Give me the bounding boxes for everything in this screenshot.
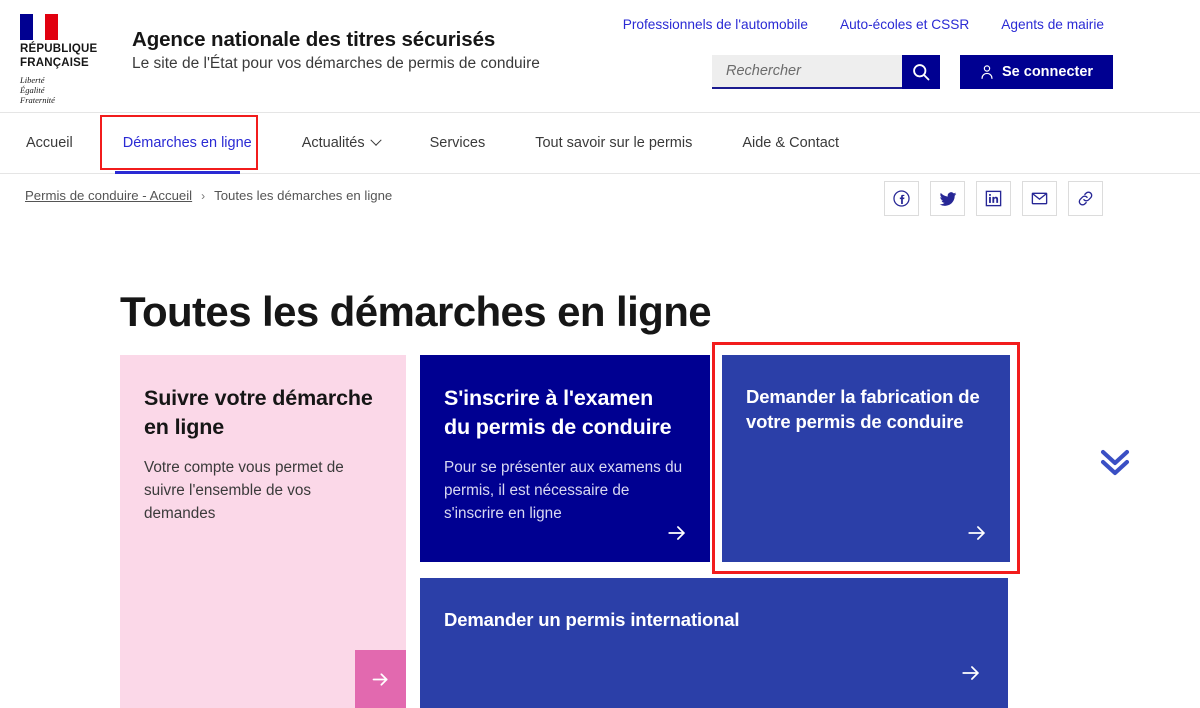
link-icon xyxy=(1078,191,1093,206)
card-permis-international[interactable]: Demander un permis international xyxy=(420,578,1008,708)
card-demander-fabrication[interactable]: Demander la fabrication de votre permis … xyxy=(722,355,1010,562)
logo-motto: Liberté Égalité Fraternité xyxy=(20,75,120,105)
facebook-icon xyxy=(893,190,910,207)
site-title: Agence nationale des titres sécurisés xyxy=(132,28,496,51)
motto-egalite: Égalité xyxy=(20,85,45,95)
card-arrow-link[interactable] xyxy=(966,522,988,544)
breadcrumb-current: Toutes les démarches en ligne xyxy=(214,188,393,203)
share-facebook-button[interactable] xyxy=(884,181,919,216)
search-button[interactable] xyxy=(902,55,940,89)
french-flag-icon xyxy=(20,14,58,40)
user-icon xyxy=(981,65,993,79)
card-title: Demander la fabrication de votre permis … xyxy=(746,386,980,432)
search-icon xyxy=(913,64,930,81)
nav-item-demarches-en-ligne[interactable]: Démarches en ligne xyxy=(123,135,302,151)
scroll-down-indicator[interactable] xyxy=(1097,445,1133,479)
logo-republique-line1: RÉPUBLIQUE xyxy=(20,43,98,55)
motto-fraternite: Fraternité xyxy=(20,95,55,105)
top-utility-links: Professionnels de l'automobile Auto-écol… xyxy=(623,17,1104,32)
mail-icon xyxy=(1031,192,1048,205)
nav-item-tout-savoir[interactable]: Tout savoir sur le permis xyxy=(535,135,742,151)
top-link-agents-mairie[interactable]: Agents de mairie xyxy=(1001,17,1104,32)
card-sinscrire-examen[interactable]: S'inscrire à l'examen du permis de condu… xyxy=(420,355,710,562)
chevron-down-icon xyxy=(369,134,382,146)
page-root: RÉPUBLIQUE FRANÇAISE Liberté Égalité Fra… xyxy=(0,0,1200,708)
nav-item-aide-contact[interactable]: Aide & Contact xyxy=(742,135,889,151)
twitter-icon xyxy=(939,191,956,206)
arrow-right-icon xyxy=(668,526,685,540)
breadcrumb-home-link[interactable]: Permis de conduire - Accueil xyxy=(25,188,192,203)
card-title: Suivre votre démarche en ligne xyxy=(144,386,373,439)
card-title: Demander un permis international xyxy=(444,609,740,630)
logo-republique-line2: FRANÇAISE xyxy=(20,56,89,69)
login-button[interactable]: Se connecter xyxy=(960,55,1114,89)
top-link-auto-ecoles[interactable]: Auto-écoles et CSSR xyxy=(840,17,1001,32)
arrow-right-icon xyxy=(968,526,985,540)
card-suivre-demarche[interactable]: Suivre votre démarche en ligne Votre com… xyxy=(120,355,406,708)
card-description: Votre compte vous permet de suivre l'ens… xyxy=(144,459,344,522)
arrow-right-icon xyxy=(372,672,388,686)
search-input[interactable] xyxy=(712,55,902,89)
breadcrumb-separator-icon: › xyxy=(201,188,206,203)
share-link-button[interactable] xyxy=(1068,181,1103,216)
page-title: Toutes les démarches en ligne xyxy=(120,288,712,336)
card-description: Pour se présenter aux examens du permis,… xyxy=(444,459,683,522)
republique-francaise-logo[interactable]: RÉPUBLIQUE FRANÇAISE Liberté Égalité Fra… xyxy=(20,14,120,105)
card-arrow-button[interactable] xyxy=(355,650,406,708)
linkedin-icon xyxy=(985,190,1002,207)
card-arrow-link[interactable] xyxy=(960,662,982,684)
nav-item-actualites[interactable]: Actualités xyxy=(301,134,430,151)
share-buttons xyxy=(884,181,1103,216)
motto-liberte: Liberté xyxy=(20,75,45,85)
card-arrow-link[interactable] xyxy=(666,522,688,544)
share-twitter-button[interactable] xyxy=(930,181,965,216)
nav-item-accueil[interactable]: Accueil xyxy=(26,135,123,151)
nav-item-actualites-label: Actualités xyxy=(301,135,365,151)
card-title: S'inscrire à l'examen du permis de condu… xyxy=(444,386,672,439)
nav-item-services[interactable]: Services xyxy=(430,135,536,151)
share-linkedin-button[interactable] xyxy=(976,181,1011,216)
main-navigation: Accueil Démarches en ligne Actualités Se… xyxy=(0,112,1200,174)
nav-active-underline xyxy=(115,171,240,174)
site-tagline: Le site de l'État pour vos démarches de … xyxy=(132,55,540,72)
share-mail-button[interactable] xyxy=(1022,181,1057,216)
search-bar xyxy=(712,55,940,89)
top-link-professionnels[interactable]: Professionnels de l'automobile xyxy=(623,17,840,32)
login-button-label: Se connecter xyxy=(1002,64,1094,80)
site-header: RÉPUBLIQUE FRANÇAISE Liberté Égalité Fra… xyxy=(0,0,1200,112)
arrow-right-icon xyxy=(962,666,979,680)
double-chevron-down-icon xyxy=(1100,449,1130,476)
breadcrumb: Permis de conduire - Accueil › Toutes le… xyxy=(25,188,392,203)
